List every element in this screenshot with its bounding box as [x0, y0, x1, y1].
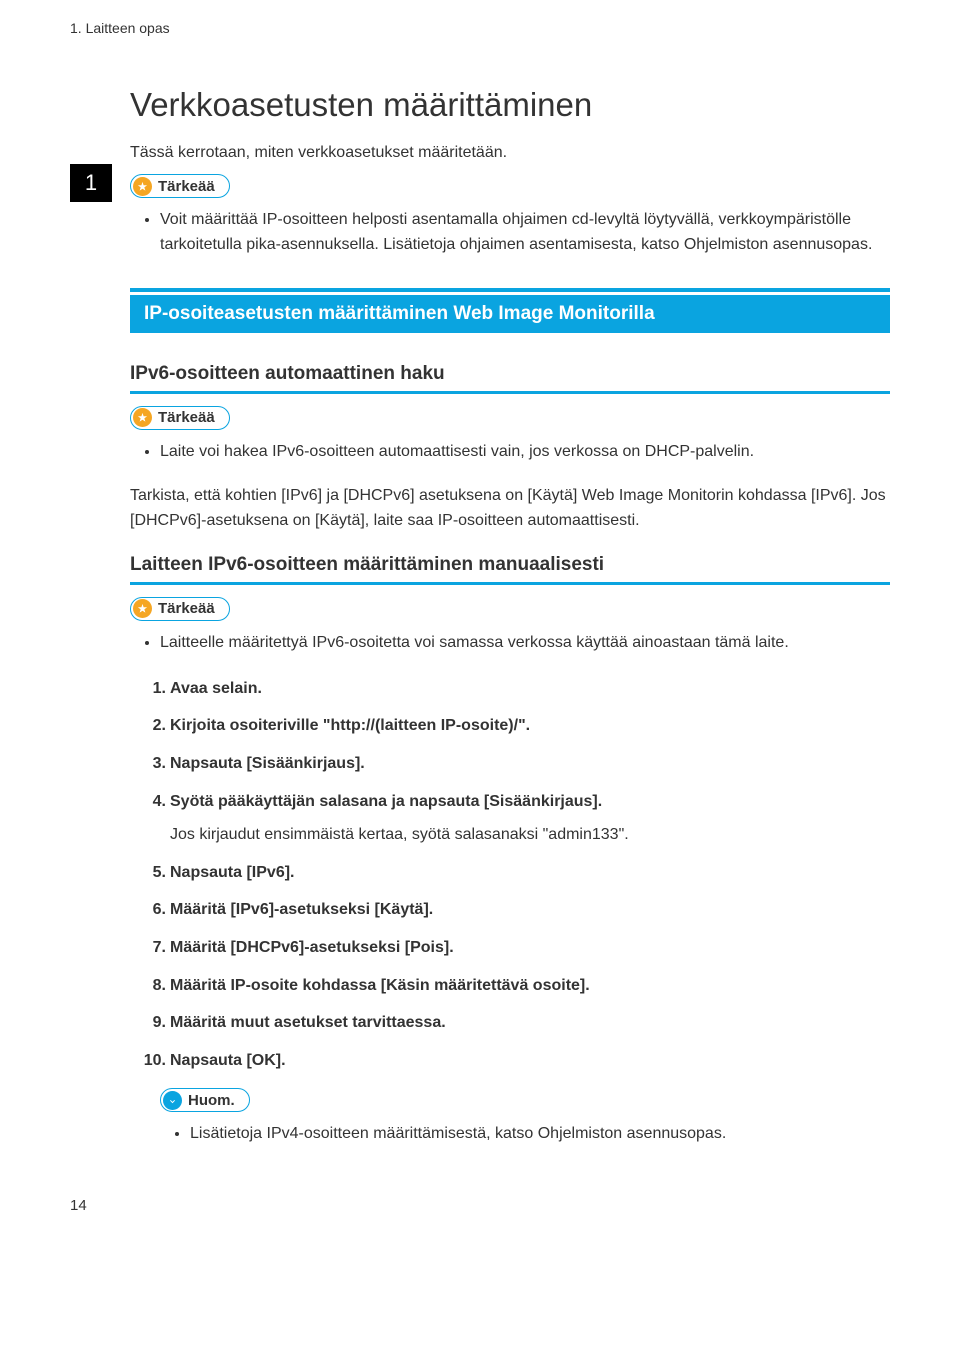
step-item: Napsauta [Sisäänkirjaus].	[170, 751, 890, 777]
step-item: Määritä IP-osoite kohdassa [Käsin määrit…	[170, 973, 890, 999]
paragraph: Tarkista, että kohtien [IPv6] ja [DHCPv6…	[130, 484, 890, 534]
step-item: Määritä [IPv6]-asetukseksi [Käytä].	[170, 897, 890, 923]
note-label: Huom.	[188, 1092, 235, 1109]
important-label: Tärkeää	[158, 178, 215, 195]
note-badge: Huom.	[160, 1088, 250, 1112]
subheading-ipv6-manual: Laitteen IPv6-osoitteen määrittäminen ma…	[130, 554, 890, 585]
bullet-text: Laite voi hakea IPv6-osoitteen automaatt…	[160, 440, 890, 465]
important-badge: Tärkeää	[130, 406, 230, 430]
step-item: Määritä muut asetukset tarvittaessa.	[170, 1010, 890, 1036]
section-heading-bar: IP-osoiteasetusten määrittäminen Web Ima…	[130, 288, 890, 333]
bullet-text: Lisätietoja IPv4-osoitteen määrittämises…	[190, 1122, 890, 1147]
steps-list: Avaa selain. Kirjoita osoiteriville "htt…	[130, 676, 890, 1074]
star-icon	[133, 177, 152, 196]
step-item: Avaa selain.	[170, 676, 890, 702]
step-item: Määritä [DHCPv6]-asetukseksi [Pois].	[170, 935, 890, 961]
bullet-text: Laitteelle määritettyä IPv6-osoitetta vo…	[160, 631, 890, 656]
star-icon	[133, 408, 152, 427]
star-icon	[133, 599, 152, 618]
section-heading-text: IP-osoiteasetusten määrittäminen Web Ima…	[130, 295, 890, 333]
bullet-text: Voit määrittää IP-osoitteen helposti ase…	[160, 208, 890, 258]
step-item: Napsauta [OK].	[170, 1048, 890, 1074]
important-label: Tärkeää	[158, 409, 215, 426]
chapter-tab: 1	[70, 164, 112, 202]
page-number: 14	[70, 1197, 890, 1214]
step-item: Syötä pääkäyttäjän salasana ja napsauta …	[170, 789, 890, 848]
subheading-ipv6-auto: IPv6-osoitteen automaattinen haku	[130, 363, 890, 394]
intro-text: Tässä kerrotaan, miten verkkoasetukset m…	[130, 144, 890, 162]
important-badge: Tärkeää	[130, 597, 230, 621]
page-title: Verkkoasetusten määrittäminen	[130, 86, 890, 124]
step-item: Napsauta [IPv6].	[170, 860, 890, 886]
breadcrumb: 1. Laitteen opas	[70, 20, 890, 36]
step-item: Kirjoita osoiteriville "http://(laitteen…	[170, 713, 890, 739]
important-label: Tärkeää	[158, 600, 215, 617]
step-subtext: Jos kirjaudut ensimmäistä kertaa, syötä …	[170, 822, 890, 848]
important-badge: Tärkeää	[130, 174, 230, 198]
arrow-down-icon	[163, 1091, 182, 1110]
